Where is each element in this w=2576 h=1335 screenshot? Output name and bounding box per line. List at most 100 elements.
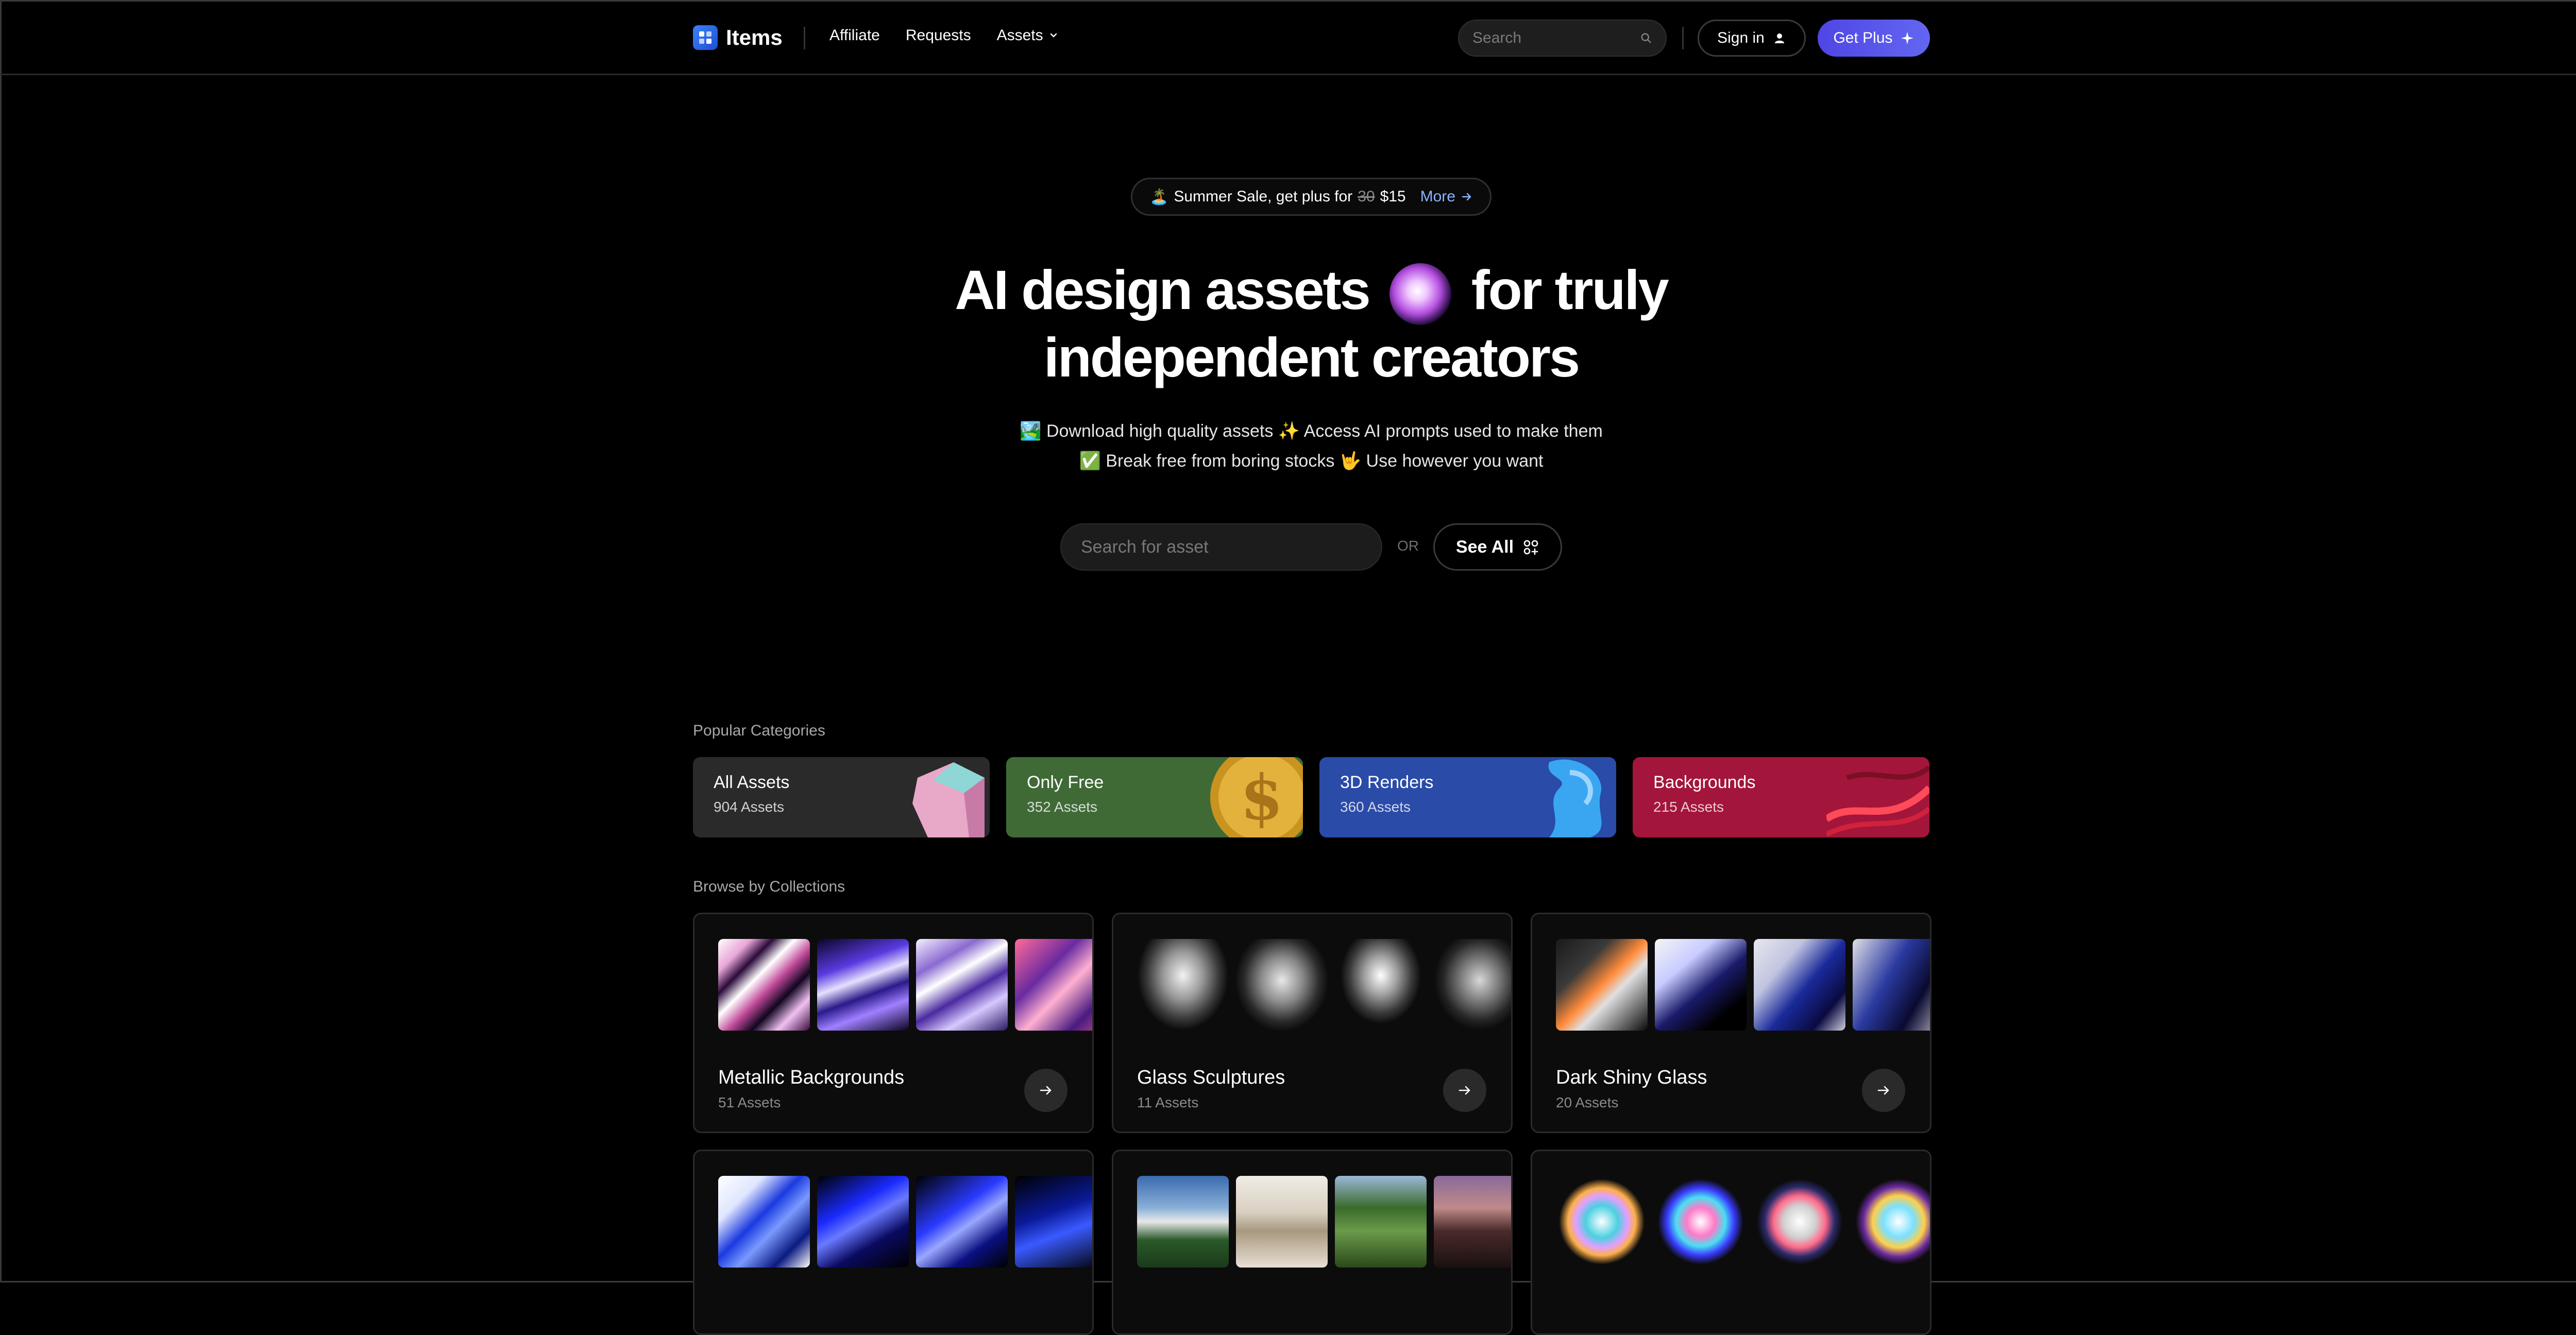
collection-card-architecture[interactable] (1112, 1150, 1513, 1335)
asset-search-input[interactable] (1081, 537, 1362, 557)
chevron-down-icon (1050, 33, 1057, 38)
top-navigation-bar: Items Affiliate Requests Assets Sign in … (0, 0, 2576, 75)
thumbnail-image (1015, 1176, 1092, 1268)
thumbnail-image (1335, 1176, 1427, 1268)
category-card-all-assets[interactable]: All Assets 904 Assets (693, 757, 990, 837)
glowing-orb-icon (1389, 263, 1451, 326)
collection-name: Metallic Backgrounds (718, 1067, 905, 1088)
thumbnail-image (718, 1176, 810, 1268)
red-wave-image (1826, 765, 1929, 837)
category-card-backgrounds[interactable]: Backgrounds 215 Assets (1633, 757, 1929, 837)
thumbnail-image (1853, 1176, 1930, 1268)
headline-part-2: for truly (1471, 259, 1669, 321)
collections-label: Browse by Collections (693, 878, 845, 895)
hero-subtitle-line-2: ✅ Break free from boring stocks 🤟 Use ho… (1079, 451, 1544, 471)
promo-more-label: More (1420, 188, 1455, 205)
collection-card-dark-shiny-glass[interactable]: Dark Shiny Glass 20 Assets (1531, 913, 1931, 1133)
brand-logo-icon (693, 25, 718, 50)
pink-crystal-image (912, 762, 985, 837)
collection-thumbnails (718, 1176, 1092, 1269)
shapes-icon (1523, 540, 1538, 555)
promo-more-link[interactable]: More (1420, 188, 1473, 206)
promo-banner[interactable]: 🏝️ Summer Sale, get plus for 30 $15 More (1131, 178, 1492, 216)
thumbnail-image (916, 939, 1008, 1031)
search-icon (1641, 33, 1651, 43)
collection-card-glass-sculptures[interactable]: Glass Sculptures 11 Assets (1112, 913, 1513, 1133)
thumbnail-image (1655, 939, 1747, 1031)
category-count: 360 Assets (1340, 799, 1411, 815)
category-card-only-free[interactable]: Only Free 352 Assets $ (1006, 757, 1303, 837)
open-collection-button[interactable] (1443, 1069, 1486, 1112)
hero-headline: AI design assets for truly independent c… (0, 258, 2576, 390)
get-plus-button[interactable]: Get Plus (1818, 20, 1930, 57)
category-count: 352 Assets (1027, 799, 1097, 815)
collection-count: 51 Assets (718, 1094, 781, 1110)
headline-line-2: independent creators (1043, 326, 1580, 389)
user-icon (1774, 33, 1784, 43)
beach-emoji-icon: 🏝️ (1149, 188, 1169, 206)
arrow-right-icon (1462, 193, 1471, 201)
get-plus-label: Get Plus (1833, 29, 1893, 46)
collection-count: 20 Assets (1556, 1094, 1619, 1110)
sign-in-label: Sign in (1717, 29, 1765, 46)
collection-thumbnails (1137, 939, 1511, 1032)
sign-in-button[interactable]: Sign in (1698, 20, 1806, 57)
thumbnail-image (1137, 1176, 1229, 1268)
category-card-3d-renders[interactable]: 3D Renders 360 Assets (1319, 757, 1616, 837)
thumbnail-image (1434, 1176, 1511, 1268)
thumbnail-image (1754, 1176, 1845, 1268)
thumbnail-image (1335, 939, 1427, 1031)
brand-logo-link[interactable]: Items (693, 25, 783, 50)
promo-new-price: $15 (1380, 188, 1406, 205)
category-title: 3D Renders (1340, 773, 1434, 792)
thumbnail-image (817, 939, 909, 1031)
thumbnail-image (1236, 1176, 1328, 1268)
promo-old-price: 30 (1358, 188, 1375, 205)
thumbnail-image (916, 1176, 1008, 1268)
brand-name: Items (726, 25, 783, 49)
collection-card-iridescent-shapes[interactable] (1531, 1150, 1931, 1335)
open-collection-button[interactable] (1862, 1069, 1905, 1112)
thumbnail-image (817, 1176, 909, 1268)
nav-link-affiliate[interactable]: Affiliate (829, 27, 880, 44)
category-count: 904 Assets (714, 799, 784, 815)
category-title: Backgrounds (1653, 773, 1756, 792)
collection-card-metallic-backgrounds[interactable]: Metallic Backgrounds 51 Assets (693, 913, 1094, 1133)
thumbnail-image (1015, 939, 1092, 1031)
see-all-button[interactable]: See All (1433, 523, 1562, 571)
arrow-right-icon (1877, 1086, 1889, 1095)
hero-subtitle: 🏞️ Download high quality assets ✨ Access… (0, 416, 2576, 476)
sparkle-icon (1901, 32, 1913, 44)
nav-link-requests[interactable]: Requests (906, 27, 971, 44)
collection-card-blue-glass[interactable] (693, 1150, 1094, 1335)
thumbnail-image (1853, 939, 1930, 1031)
collection-count: 11 Assets (1137, 1094, 1199, 1110)
collection-thumbnails (1137, 1176, 1511, 1269)
open-collection-button[interactable] (1024, 1069, 1067, 1112)
category-title: All Assets (714, 773, 790, 792)
arrow-right-icon (1040, 1086, 1052, 1095)
nav-divider (804, 27, 805, 49)
thumbnail-image (1754, 939, 1845, 1031)
collection-name: Glass Sculptures (1137, 1067, 1285, 1088)
header-search-field[interactable] (1458, 20, 1667, 57)
header-search-input[interactable] (1472, 29, 1640, 47)
category-title: Only Free (1027, 773, 1104, 792)
thumbnail-image (1236, 939, 1328, 1031)
arrow-right-icon (1459, 1086, 1470, 1095)
collection-thumbnails (1556, 939, 1930, 1032)
main-nav: Affiliate Requests Assets (829, 27, 1059, 44)
category-count: 215 Assets (1653, 799, 1724, 815)
hero-subtitle-line-1: 🏞️ Download high quality assets ✨ Access… (1020, 421, 1603, 441)
thumbnail-image (1655, 1176, 1747, 1268)
promo-text: Summer Sale, get plus for (1174, 188, 1353, 205)
thumbnail-image (718, 939, 810, 1031)
thumbnail-image (1434, 939, 1511, 1031)
gold-coin-image: $ (1210, 757, 1303, 837)
asset-search-field[interactable] (1060, 523, 1382, 571)
see-all-label: See All (1455, 537, 1514, 557)
thumbnail-image (1556, 939, 1648, 1031)
nav-dropdown-assets[interactable]: Assets (997, 27, 1059, 44)
popular-categories-label: Popular Categories (693, 722, 825, 739)
nav-assets-label: Assets (996, 27, 1043, 44)
